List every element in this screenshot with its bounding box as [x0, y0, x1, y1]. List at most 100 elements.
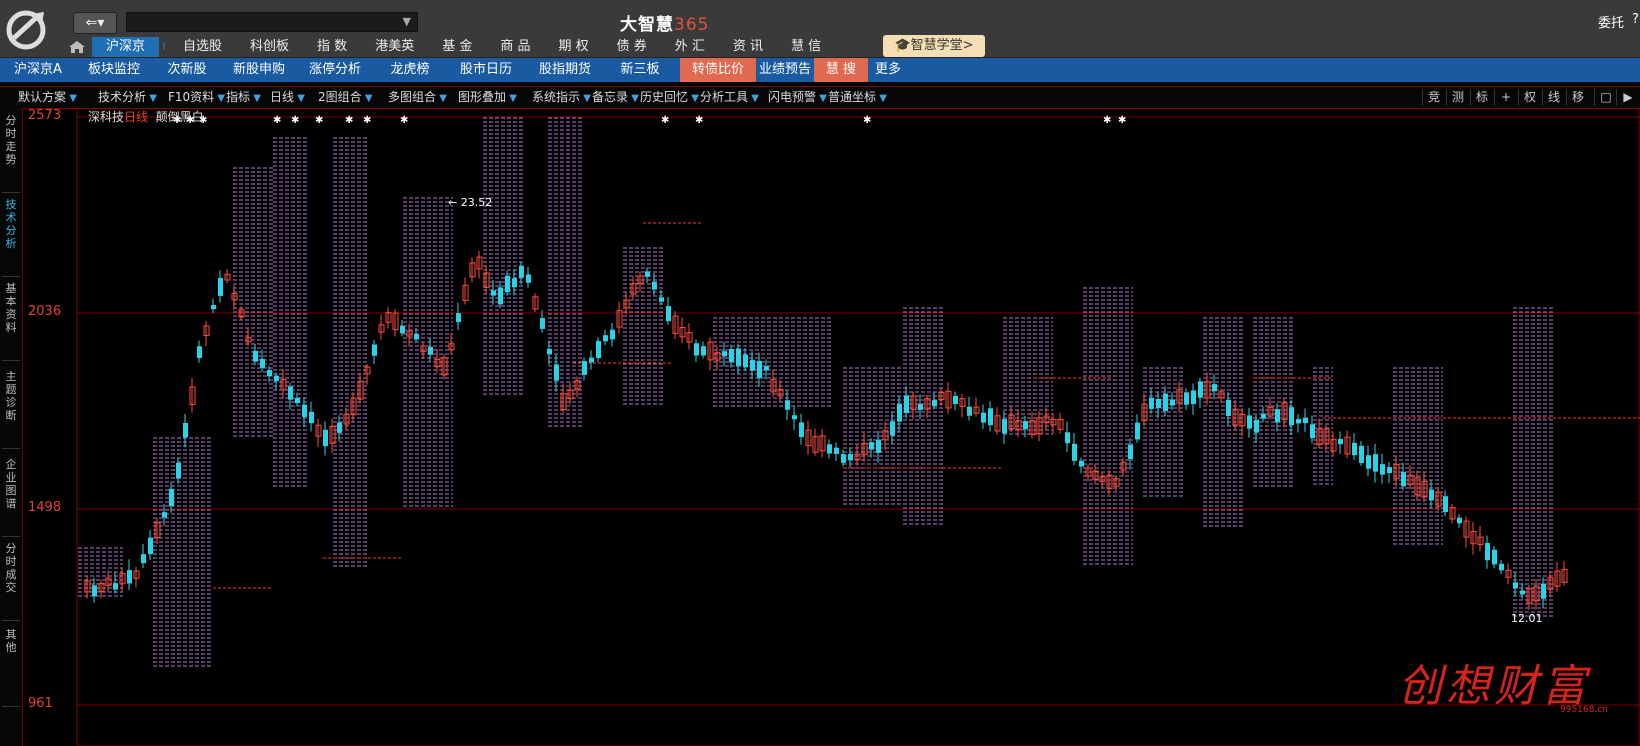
toolbar-item[interactable]: 备忘录 ▼ — [592, 87, 639, 108]
toolbar-item[interactable]: 历史回忆 ▼ — [640, 87, 699, 108]
dropdown-arrow-icon[interactable]: ▼ — [66, 93, 77, 104]
candle-body — [288, 386, 293, 400]
sidebar-tab[interactable]: 企业图谱 — [3, 458, 19, 510]
dropdown-arrow-icon[interactable]: ▼ — [628, 93, 639, 104]
sidebar-tab[interactable]: 分时成交 — [3, 542, 19, 594]
main-nav-item[interactable]: 自选股 — [169, 37, 236, 57]
dropdown-arrow-icon[interactable]: ▼ — [146, 93, 157, 104]
help-link[interactable]: ? — [1632, 12, 1639, 27]
main-nav-item[interactable]: 指 数 — [303, 37, 361, 57]
toolbar-icon-button[interactable]: + — [1494, 89, 1517, 106]
candle-body — [904, 395, 909, 414]
toolbar-icon-button[interactable]: □ — [1594, 89, 1617, 106]
toolbar-item[interactable]: 默认方案 ▼ — [18, 87, 77, 108]
sub-nav-item[interactable]: 龙虎榜 — [374, 58, 446, 82]
sub-nav-item[interactable]: 股市日历 — [446, 58, 526, 82]
sidebar-tab[interactable]: 其他 — [3, 628, 19, 654]
sidebar-tab[interactable]: 技术分析 — [3, 198, 19, 250]
toolbar-item[interactable]: 指标 ▼ — [226, 87, 261, 108]
sub-nav-item[interactable]: 业绩预告 — [756, 58, 814, 82]
chart-title: 深科技日线 颠倒黑白 — [88, 108, 204, 125]
toolbar-icon-button[interactable]: 测 — [1446, 89, 1469, 106]
toolbar-icon-button[interactable]: ▶ — [1616, 89, 1639, 106]
candle-body — [218, 278, 223, 296]
candle-body — [1198, 381, 1203, 398]
main-nav-item[interactable]: 慧 信 — [777, 37, 835, 57]
signal-marker-icon: ✱ — [1118, 115, 1126, 126]
toolbar-item[interactable]: 分析工具 ▼ — [700, 87, 759, 108]
sub-nav-item[interactable]: 新股申购 — [222, 58, 296, 82]
wisdom-school-button[interactable]: 🎓智慧学堂> — [883, 35, 985, 57]
toolbar-item[interactable]: 技术分析 ▼ — [98, 87, 157, 108]
sidebar-tab[interactable]: 主题诊断 — [3, 370, 19, 422]
sub-nav-item[interactable]: 涨停分析 — [296, 58, 374, 82]
candle-body — [491, 290, 496, 296]
candle-body — [1513, 582, 1518, 589]
main-nav-item[interactable]: 资 讯 — [719, 37, 777, 57]
toolbar-item[interactable]: 多图组合 ▼ — [388, 87, 447, 108]
chevron-down-icon[interactable]: ▼ — [403, 15, 411, 28]
main-nav-item[interactable]: 基 金 — [428, 37, 486, 57]
candle-body — [1443, 496, 1448, 513]
candle-body — [1247, 415, 1252, 429]
toolbar-icon-button[interactable]: 权 — [1518, 89, 1541, 106]
candle-body — [1163, 393, 1168, 412]
dropdown-arrow-icon[interactable]: ▼ — [362, 93, 373, 104]
sub-nav-item[interactable]: 次新股 — [152, 58, 222, 82]
sub-nav-item[interactable]: 更多 — [868, 58, 908, 82]
toolbar-icon-button[interactable]: 移 — [1566, 89, 1589, 106]
sidebar-tab[interactable]: 分时走势 — [3, 114, 19, 166]
main-nav-item[interactable]: 期 权 — [544, 37, 602, 57]
main-nav-item[interactable]: 沪深京 — [92, 37, 160, 57]
toolbar-icon-button[interactable]: 线 — [1542, 89, 1565, 106]
back-button[interactable]: ⇐▾ — [73, 12, 117, 34]
candle-body — [743, 354, 748, 368]
sub-nav-item[interactable]: 板块监控 — [76, 58, 152, 82]
dropdown-arrow-icon[interactable]: ▼ — [876, 93, 887, 104]
toolbar-item[interactable]: 系统指示 ▼ — [532, 87, 591, 108]
dropdown-arrow-icon[interactable]: ▼ — [580, 93, 591, 104]
sub-nav-item[interactable]: 新三板 — [604, 58, 676, 82]
candle-body — [176, 462, 181, 479]
main-nav-item[interactable]: 外 汇 — [661, 37, 719, 57]
signal-marker-icon: ✱ — [661, 115, 669, 126]
dropdown-arrow-icon[interactable]: ▼ — [688, 93, 699, 104]
main-nav-item[interactable]: 科创板 — [236, 37, 303, 57]
dropdown-arrow-icon[interactable]: ▼ — [748, 93, 759, 104]
candle-body — [540, 318, 545, 329]
toolbar-item-label: 默认方案 — [18, 90, 67, 104]
toolbar-item[interactable]: 日线 ▼ — [270, 87, 305, 108]
candle-body — [645, 271, 650, 277]
dropdown-arrow-icon[interactable]: ▼ — [816, 93, 827, 104]
dropdown-arrow-icon[interactable]: ▼ — [250, 93, 261, 104]
sidebar-separator — [2, 276, 20, 277]
toolbar-item[interactable]: 闪电预警 ▼ — [768, 87, 827, 108]
main-nav-item[interactable]: 债 券 — [603, 37, 661, 57]
candle-body — [1541, 583, 1546, 599]
candle-body — [512, 278, 517, 288]
sub-nav-item[interactable]: 转债比价 — [680, 58, 756, 82]
candle-body — [1226, 399, 1231, 416]
candle-body — [1289, 407, 1294, 426]
dropdown-arrow-icon[interactable]: ▼ — [436, 93, 447, 104]
candle-body — [260, 358, 265, 368]
dropdown-arrow-icon[interactable]: ▼ — [506, 93, 517, 104]
sub-nav-item[interactable]: 慧 搜 — [814, 58, 868, 82]
home-icon[interactable] — [68, 40, 86, 54]
sub-nav-item[interactable]: 股指期货 — [526, 58, 604, 82]
sidebar-tab[interactable]: 基本资料 — [3, 282, 19, 334]
dropdown-arrow-icon[interactable]: ▼ — [294, 93, 305, 104]
toolbar-item[interactable]: 图形叠加 ▼ — [458, 87, 517, 108]
toolbar-icon-button[interactable]: 标 — [1470, 89, 1493, 106]
dropdown-arrow-icon[interactable]: ▼ — [214, 93, 225, 104]
trade-link[interactable]: 委托 — [1598, 12, 1624, 31]
toolbar-icon-button[interactable]: 竞 — [1422, 89, 1445, 106]
y-label-3: 1498 — [28, 500, 62, 515]
toolbar-item[interactable]: 普通坐标 ▼ — [828, 87, 887, 108]
toolbar-item[interactable]: 2图组合 ▼ — [318, 87, 373, 108]
main-nav-item[interactable]: 商 品 — [486, 37, 544, 57]
sub-nav-item[interactable]: 沪深京A — [0, 58, 76, 82]
search-input[interactable]: ▼ — [126, 12, 418, 32]
main-nav-item[interactable]: 港美英 — [361, 37, 428, 57]
toolbar-item[interactable]: F10资料 ▼ — [168, 87, 225, 108]
